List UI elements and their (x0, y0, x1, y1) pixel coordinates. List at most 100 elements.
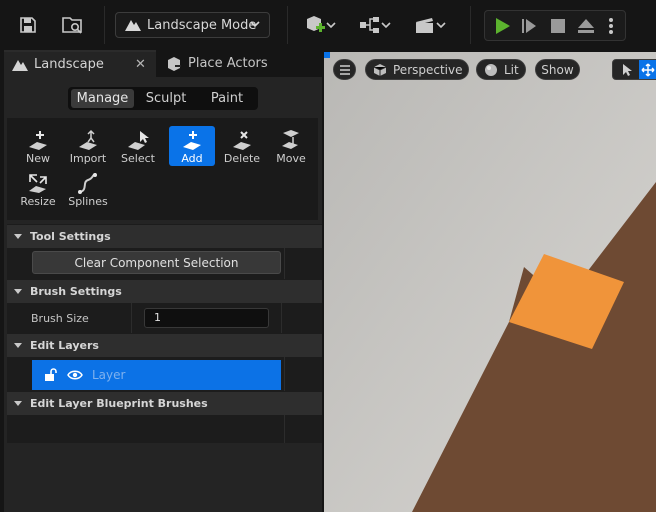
section-title: Brush Settings (30, 285, 122, 298)
clear-component-selection-button[interactable]: Clear Component Selection (32, 251, 281, 274)
main-toolbar: Landscape Mode (0, 0, 656, 50)
cinematics-button[interactable] (410, 12, 450, 38)
landscape-icon (12, 59, 28, 71)
lit-button[interactable]: Lit (476, 59, 526, 80)
blueprint-brushes-row (7, 415, 322, 443)
tool-label: Move (276, 152, 306, 165)
collapse-arrow-icon (14, 401, 22, 406)
mode-dropdown[interactable]: Landscape Mode (115, 12, 270, 38)
translate-icon (641, 63, 655, 76)
landscape-panel: Landscape ✕ Place Actors Manage Sculpt P… (4, 50, 322, 512)
brush-size-input[interactable]: 1 (144, 308, 269, 328)
place-actors-icon (168, 56, 181, 71)
cinematics-icon (416, 18, 433, 33)
tool-label: Add (181, 152, 203, 165)
eye-icon[interactable] (67, 369, 83, 381)
toolbar-separator (470, 6, 471, 44)
unlock-icon[interactable] (44, 368, 58, 382)
add-actor-button[interactable] (300, 12, 340, 38)
brush-size-label: Brush Size (31, 312, 89, 325)
tab-landscape-label: Landscape (34, 57, 104, 72)
splines-icon (78, 173, 97, 194)
tool-label: Select (121, 152, 155, 165)
content-browser-icon[interactable] (60, 13, 86, 37)
tool-label: Import (69, 152, 107, 165)
section-brush-settings[interactable]: Brush Settings (7, 279, 322, 303)
save-icon[interactable] (16, 13, 40, 37)
perspective-button[interactable]: Perspective (365, 59, 469, 80)
move-icon (282, 130, 299, 149)
tool-add[interactable]: Add (169, 126, 215, 166)
perspective-label: Perspective (393, 62, 463, 77)
lit-label: Lit (504, 62, 519, 77)
chevron-down-icon (381, 22, 391, 29)
eject-icon[interactable] (575, 15, 597, 37)
collapse-arrow-icon (14, 234, 22, 239)
collapse-arrow-icon (14, 343, 22, 348)
toolbar-separator (104, 6, 105, 44)
blueprint-button[interactable] (355, 12, 395, 38)
column-divider (131, 303, 132, 333)
delete-icon (233, 131, 251, 150)
tool-label: Delete (223, 152, 261, 165)
section-edit-layer-blueprint-brushes[interactable]: Edit Layer Blueprint Brushes (7, 391, 322, 415)
mode-tab-bar: Manage Sculpt Paint (68, 87, 258, 110)
viewport-scene (324, 52, 656, 512)
tool-import[interactable]: Import (65, 126, 111, 166)
layer-name: Layer (92, 368, 126, 382)
play-icon[interactable] (491, 15, 513, 37)
show-button[interactable]: Show (535, 59, 580, 80)
close-icon[interactable]: ✕ (135, 57, 146, 72)
level-viewport[interactable]: Perspective Lit Show (324, 52, 656, 512)
tab-landscape[interactable]: Landscape ✕ (4, 50, 156, 77)
column-divider (284, 357, 285, 391)
tool-label: Resize (20, 195, 56, 208)
column-divider (284, 415, 285, 443)
viewport-focus-corner (324, 52, 330, 58)
section-tool-settings[interactable]: Tool Settings (7, 224, 322, 248)
tool-label: New (26, 152, 50, 165)
section-title: Edit Layers (30, 339, 99, 352)
select-mode-icon[interactable] (621, 63, 633, 77)
select-icon (128, 131, 149, 150)
tool-resize[interactable]: Resize (15, 169, 61, 209)
tool-label: Splines (68, 195, 108, 208)
blueprint-icon (360, 17, 379, 33)
chevron-down-icon (436, 22, 446, 29)
panel-tab-bar: Landscape ✕ Place Actors (4, 50, 322, 77)
new-icon (29, 131, 47, 150)
section-title: Tool Settings (30, 230, 111, 243)
tab-paint[interactable]: Paint (198, 89, 256, 108)
perspective-cube-icon (373, 63, 387, 76)
column-divider (284, 248, 285, 279)
tab-place-actors[interactable]: Place Actors (161, 50, 321, 77)
translate-mode-button[interactable] (639, 60, 656, 79)
tool-select[interactable]: Select (115, 126, 161, 166)
hamburger-icon (339, 64, 350, 75)
tab-sculpt[interactable]: Sculpt (136, 89, 196, 108)
stop-icon[interactable] (547, 15, 569, 37)
resize-icon (29, 174, 47, 193)
toolbar-separator (287, 6, 288, 44)
add-actor-icon (307, 16, 325, 32)
collapse-arrow-icon (14, 289, 22, 294)
import-icon (79, 129, 97, 150)
tool-delete[interactable]: Delete (219, 126, 265, 166)
tool-splines[interactable]: Splines (65, 169, 111, 209)
chevron-down-icon (326, 22, 336, 29)
tool-grid: New Import Select Add Delete Move Resize (7, 118, 318, 220)
advance-frame-icon[interactable] (518, 15, 540, 37)
viewport-menu-button[interactable] (333, 59, 356, 80)
tab-place-actors-label: Place Actors (188, 56, 268, 71)
add-icon (183, 131, 201, 150)
landscape-mode-icon (125, 20, 141, 31)
tool-new[interactable]: New (15, 126, 61, 166)
section-title: Edit Layer Blueprint Brushes (30, 397, 208, 410)
more-options-icon[interactable] (603, 15, 619, 37)
section-edit-layers[interactable]: Edit Layers (7, 333, 322, 357)
layer-item[interactable]: Layer (32, 360, 281, 390)
tool-move[interactable]: Move (268, 126, 314, 166)
chevron-down-icon (250, 21, 260, 28)
transform-tools (612, 59, 656, 80)
tab-manage[interactable]: Manage (71, 89, 134, 108)
